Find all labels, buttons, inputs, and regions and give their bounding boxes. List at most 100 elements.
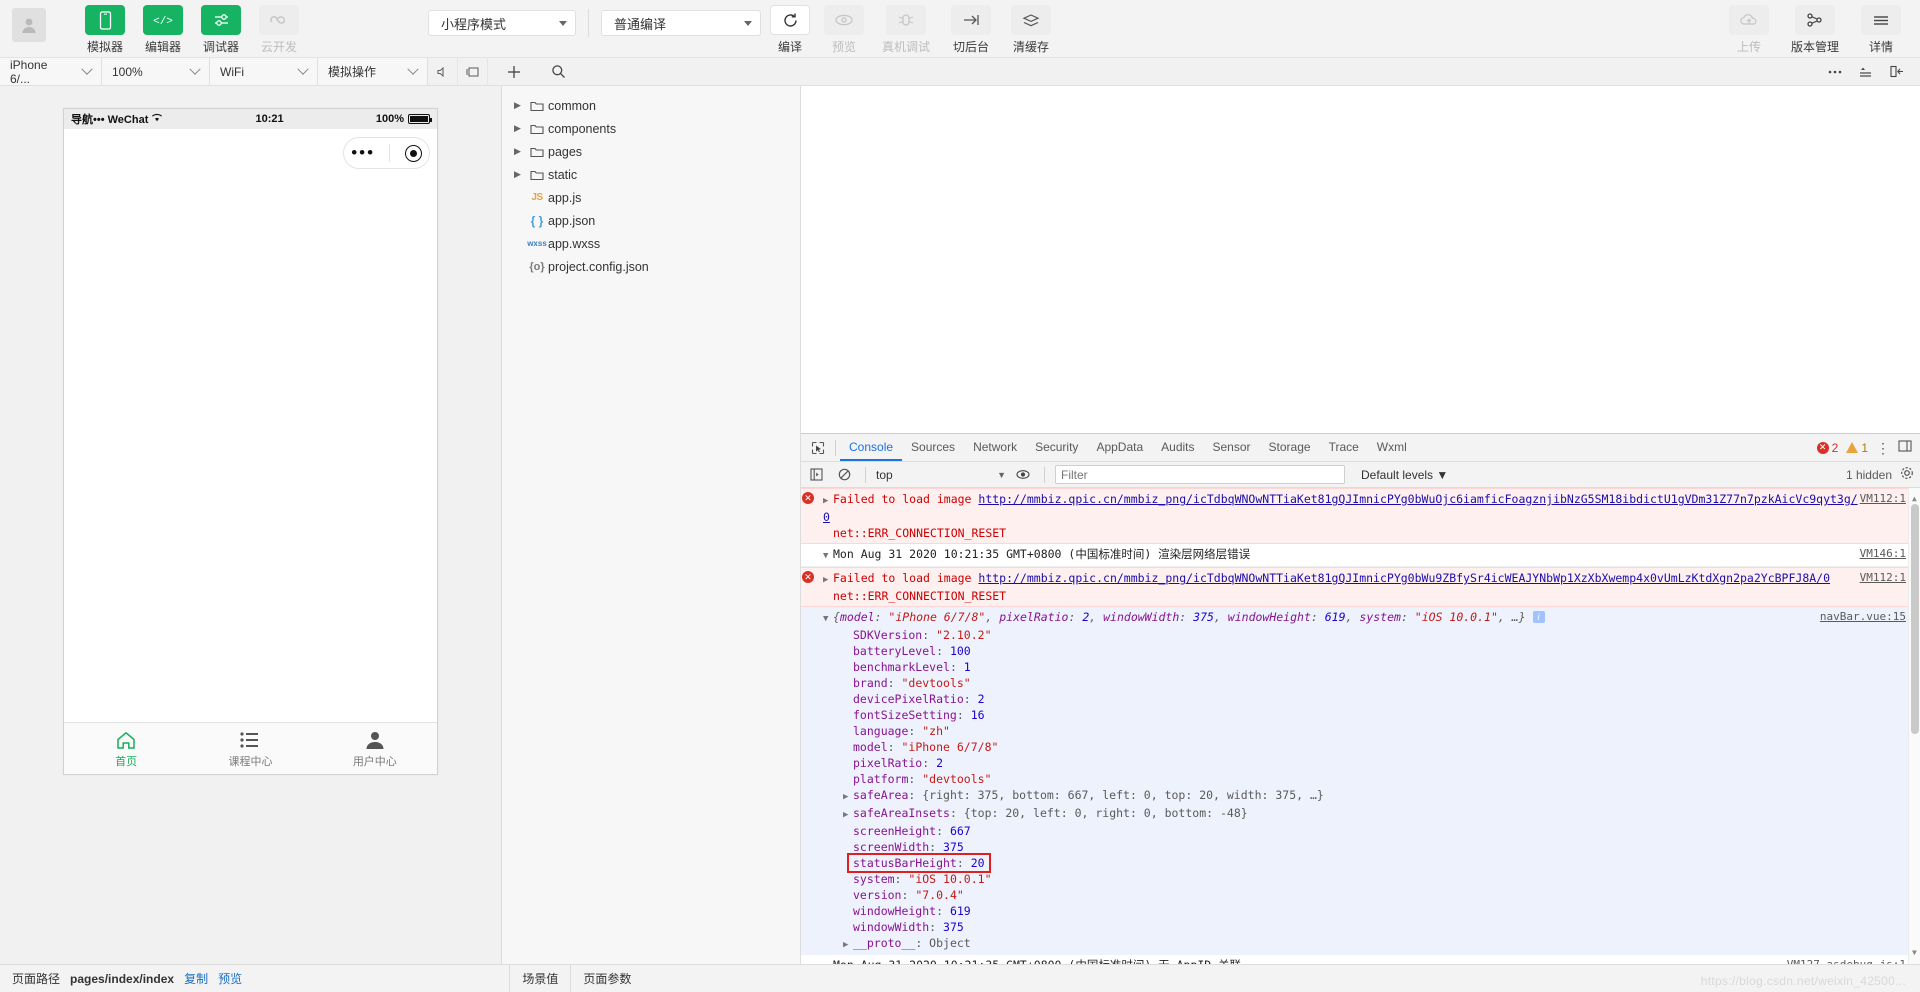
volume-icon[interactable] [428, 58, 458, 85]
tab-sources[interactable]: Sources [902, 434, 964, 461]
warning-count-badge[interactable]: 1 [1846, 441, 1868, 455]
console-log-info[interactable]: ▼Mon Aug 31 2020 10:21:35 GMT+0800 (中国标准… [801, 544, 1920, 567]
zoom-select[interactable]: 100% [102, 58, 210, 85]
console-log-error[interactable]: ✕ ▶ Failed to load image http://mmbiz.qpi… [801, 488, 1920, 544]
sidebar-toggle-icon[interactable] [805, 468, 827, 481]
details-button[interactable]: 详情 [1858, 5, 1904, 55]
user-avatar-icon[interactable] [12, 8, 46, 42]
tab-audits[interactable]: Audits [1152, 434, 1203, 461]
more-icon[interactable] [1820, 58, 1850, 85]
log-source[interactable]: VM127 asdebug.js:1 [1787, 957, 1920, 964]
tabbar-item-course[interactable]: 课程中心 [188, 729, 312, 769]
log-url[interactable]: http://mmbiz.qpic.cn/mmbiz_png/icTdbqWNO… [823, 492, 1858, 524]
console-levels-select[interactable]: Default levels ▼ [1361, 468, 1448, 482]
tree-item-components[interactable]: ▶ components [502, 117, 800, 140]
copy-path-button[interactable]: 复制 [184, 970, 208, 987]
expand-triangle-icon[interactable]: ▶ [843, 807, 853, 823]
console-scrollbar[interactable]: ▲ ▼ [1908, 488, 1920, 964]
obj-prop-row[interactable]: pixelRatio: 2 [823, 755, 1820, 771]
tab-sensor[interactable]: Sensor [1204, 434, 1260, 461]
obj-prop-row[interactable]: system: "iOS 10.0.1" [823, 871, 1820, 887]
obj-prop-row[interactable]: screenHeight: 667 [823, 823, 1820, 839]
tab-storage[interactable]: Storage [1260, 434, 1320, 461]
console-eye-icon[interactable] [1012, 469, 1034, 480]
tab-wxml[interactable]: Wxml [1368, 434, 1416, 461]
obj-prop-row[interactable]: language: "zh" [823, 723, 1820, 739]
obj-prop-row[interactable]: fontSizeSetting: 16 [823, 707, 1820, 723]
network-select[interactable]: WiFi [210, 58, 318, 85]
compile-select[interactable]: 普通编译 [601, 10, 761, 36]
clear-cache-button[interactable]: 清缓存 [1007, 5, 1055, 55]
scroll-down-icon[interactable]: ▼ [1912, 945, 1917, 961]
debugger-button[interactable]: 调试器 [198, 5, 244, 55]
page-params-cell[interactable]: 页面参数 [571, 965, 643, 992]
add-file-button[interactable] [488, 58, 540, 85]
screen-icon[interactable] [458, 58, 488, 85]
obj-prop-row[interactable]: brand: "devtools" [823, 675, 1820, 691]
tabbar-item-user[interactable]: 用户中心 [313, 729, 437, 769]
obj-prop-row[interactable]: windowHeight: 619 [823, 903, 1820, 919]
obj-prop-row[interactable]: platform: "devtools" [823, 771, 1820, 787]
tree-item-app-json[interactable]: { } app.json [502, 209, 800, 232]
console-context-select[interactable]: top ▼ [876, 468, 1006, 482]
console-output[interactable]: ✕ ▶ Failed to load image http://mmbiz.qpi… [801, 488, 1920, 964]
devtools-menu-icon[interactable]: ⋮ [1876, 441, 1890, 455]
sort-icon[interactable] [1850, 58, 1880, 85]
error-count-badge[interactable]: ✕ 2 [1816, 441, 1838, 455]
log-url[interactable]: http://mmbiz.qpic.cn/mmbiz_png/icTdbqWNO… [978, 571, 1830, 585]
console-log-error[interactable]: ✕ ▶ Failed to load image http://mmbiz.qpi… [801, 567, 1920, 607]
devtools-dock-icon[interactable] [1898, 440, 1912, 455]
expand-triangle-icon[interactable]: ▶ [843, 789, 853, 805]
obj-prop-row[interactable]: model: "iPhone 6/7/8" [823, 739, 1820, 755]
obj-prop-row[interactable]: batteryLevel: 100 [823, 643, 1820, 659]
tree-item-app-wxss[interactable]: wxss app.wxss [502, 232, 800, 255]
info-badge-icon[interactable]: i [1532, 611, 1545, 623]
console-log-object[interactable]: ▼ {model: "iPhone 6/7/8", pixelRatio: 2, … [801, 607, 1920, 955]
tree-item-common[interactable]: ▶ common [502, 94, 800, 117]
log-source[interactable]: navBar.vue:15 [1820, 609, 1920, 625]
expand-triangle-icon[interactable]: ▶ [823, 493, 833, 509]
obj-prop-row[interactable]: screenWidth: 375 [823, 839, 1820, 855]
editor-button[interactable]: </> 编辑器 [140, 5, 186, 55]
mode-select[interactable]: 小程序模式 [428, 10, 576, 36]
simulator-button[interactable]: 模拟器 [82, 5, 128, 55]
tab-security[interactable]: Security [1026, 434, 1087, 461]
editor-area[interactable] [801, 86, 1920, 434]
tree-item-project-config[interactable]: {o} project.config.json [502, 255, 800, 278]
console-filter-input[interactable] [1055, 465, 1345, 484]
tree-item-app-js[interactable]: JS app.js [502, 186, 800, 209]
tree-item-pages[interactable]: ▶ pages [502, 140, 800, 163]
clear-console-icon[interactable] [833, 468, 855, 481]
obj-prop-row[interactable]: version: "7.0.4" [823, 887, 1820, 903]
search-icon[interactable] [540, 58, 576, 85]
collapse-triangle-icon[interactable]: ▼ [823, 548, 833, 564]
preview-path-button[interactable]: 预览 [218, 970, 242, 987]
version-management-button[interactable]: 版本管理 [1784, 5, 1846, 55]
device-select[interactable]: iPhone 6/... [0, 58, 102, 86]
compile-button[interactable]: 编译 [769, 5, 811, 55]
console-settings-icon[interactable] [1900, 466, 1914, 483]
tab-console[interactable]: Console [840, 434, 903, 461]
inspect-element-icon[interactable] [805, 441, 831, 455]
target-circle-icon[interactable] [404, 144, 422, 162]
tabbar-item-home[interactable]: 首页 [64, 729, 188, 769]
tab-trace[interactable]: Trace [1320, 434, 1368, 461]
collapse-panel-icon[interactable] [1880, 58, 1914, 85]
collapse-triangle-icon[interactable]: ▼ [823, 611, 833, 627]
cloud-dev-button[interactable]: 云开发 [256, 5, 302, 55]
console-log-info[interactable]: ▼Mon Aug 31 2020 10:21:35 GMT+0800 (中国标准… [801, 955, 1920, 964]
obj-prop-row-highlighted[interactable]: statusBarHeight: 20 [823, 853, 1820, 873]
tab-network[interactable]: Network [964, 434, 1026, 461]
preview-button[interactable]: 预览 [823, 5, 865, 55]
obj-prop-row[interactable]: SDKVersion: "2.10.2" [823, 627, 1820, 643]
obj-prop-row[interactable]: windowWidth: 375 [823, 919, 1820, 935]
obj-prop-row[interactable]: ▶ safeAreaInsets: {top: 20, left: 0, righ… [823, 805, 1820, 823]
expand-triangle-icon[interactable]: ▶ [823, 572, 833, 588]
real-device-debug-button[interactable]: 真机调试 [877, 5, 935, 55]
obj-prop-row[interactable]: ▶ __proto__: Object [823, 935, 1820, 953]
obj-prop-row[interactable]: ▶ safeArea: {right: 375, bottom: 667, lef… [823, 787, 1820, 805]
tree-item-static[interactable]: ▶ static [502, 163, 800, 186]
tab-appdata[interactable]: AppData [1087, 434, 1152, 461]
obj-prop-row[interactable]: devicePixelRatio: 2 [823, 691, 1820, 707]
expand-triangle-icon[interactable]: ▶ [843, 937, 853, 953]
